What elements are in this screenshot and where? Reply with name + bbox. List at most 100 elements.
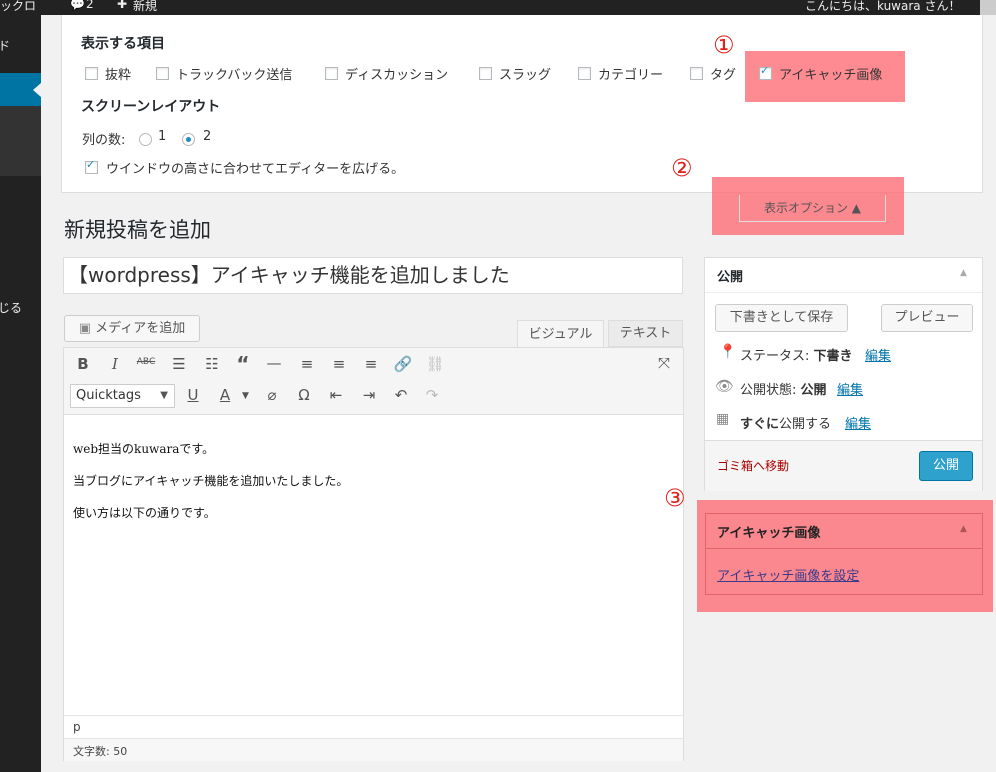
sidebar-item-dashboard[interactable]: ド (0, 37, 10, 54)
numbered-list-icon[interactable]: ☷ (200, 355, 224, 373)
new-content-link[interactable]: 新規 (133, 0, 157, 14)
annotation-number-3: ③ (664, 484, 686, 512)
edit-visibility-link[interactable]: 編集 (837, 379, 863, 398)
editor-paragraph-2[interactable]: 当ブログにアイキャッチ機能を追加いたしました。 (73, 472, 348, 489)
checkbox-label-tags: タグ (710, 68, 737, 83)
format-select-value: Quicktags (76, 388, 141, 403)
underline-icon[interactable]: U (181, 386, 205, 404)
bold-icon[interactable]: B (71, 355, 95, 373)
blockquote-icon[interactable]: “ (231, 352, 255, 376)
media-icon: ▣ (78, 321, 92, 336)
status-label: ステータス: 下書き (740, 349, 853, 364)
remove-link-icon[interactable]: ⛓ (423, 355, 447, 373)
comments-icon[interactable]: 💬 (70, 0, 85, 11)
bullet-list-icon[interactable]: ☰ (167, 355, 191, 373)
text-color-icon[interactable]: A (213, 386, 237, 404)
checkbox-excerpt[interactable] (85, 67, 98, 80)
annotation-number-1: ① (713, 31, 735, 59)
word-count: 文字数: 50 (73, 745, 128, 758)
move-to-trash-link[interactable]: ゴミ箱へ移動 (717, 457, 789, 474)
visibility-value: 公開 (800, 383, 827, 398)
checkbox-slug[interactable] (479, 67, 492, 80)
set-featured-image-link[interactable]: アイキャッチ画像を設定 (717, 565, 859, 584)
align-right-icon[interactable]: ≡ (359, 355, 383, 373)
chevron-down-icon: ▼ (160, 390, 168, 401)
columns-radio-2-label: 2 (203, 129, 212, 144)
editor-path-divider (64, 715, 683, 716)
strikethrough-icon[interactable]: ABC (134, 357, 158, 367)
fullscreen-icon[interactable]: ⤧ (652, 354, 676, 372)
tab-text[interactable]: テキスト (608, 320, 683, 347)
checkbox-label-categories: カテゴリー (598, 68, 664, 83)
checkbox-label-slug: スラッグ (499, 68, 552, 83)
featured-box-divider (706, 548, 982, 549)
checkbox-label-trackbacks: トラックバック送信 (176, 68, 293, 83)
sidebar-collapse-menu[interactable]: じる (0, 299, 22, 316)
post-title-input[interactable]: 【wordpress】アイキャッチ機能を追加しました (63, 257, 683, 294)
editor-paragraph-3[interactable]: 使い方は以下の通りです。 (73, 504, 216, 521)
publish-box-header[interactable] (705, 258, 982, 293)
checkbox-label-excerpt: 抜粋 (105, 68, 132, 83)
checkbox-label-featured-image: アイキャッチ画像 (779, 68, 883, 83)
columns-label: 列の数: (82, 133, 126, 148)
tab-visual[interactable]: ビジュアル (517, 320, 604, 348)
editor-path: p (73, 720, 81, 734)
plus-icon[interactable]: ✚ (117, 0, 127, 11)
outdent-icon[interactable]: ⇤ (324, 386, 348, 404)
greeting-link[interactable]: こんにちは、kuwara さん！ (805, 0, 960, 14)
text-color-dropdown-icon[interactable]: ▼ (242, 391, 249, 401)
undo-icon[interactable]: ↶ (389, 386, 413, 404)
status-value: 下書き (813, 349, 853, 364)
site-name-link[interactable]: ックロ (0, 0, 36, 14)
publish-button[interactable]: 公開 (919, 451, 973, 481)
align-center-icon[interactable]: ≡ (327, 355, 351, 373)
comments-count[interactable]: 2 (86, 0, 94, 11)
visibility-label: 公開状態: 公開 (740, 383, 827, 398)
insert-link-icon[interactable]: 🔗 (391, 355, 415, 373)
special-character-icon[interactable]: Ω (292, 386, 316, 404)
annotation-number-2: ② (671, 154, 693, 182)
checkbox-expand-editor[interactable] (85, 158, 98, 174)
checkbox-tags[interactable] (690, 67, 703, 80)
checkbox-trackbacks[interactable] (156, 67, 169, 80)
add-media-button[interactable]: ▣ メディアを追加 (64, 315, 200, 342)
eye-icon: 👁 (715, 377, 735, 395)
checkbox-label-discussion: ディスカッション (345, 68, 449, 83)
editor-paragraph-1[interactable]: web担当のkuwaraです。 (73, 440, 214, 457)
pin-icon: 📍 (719, 344, 737, 360)
paste-as-text-icon[interactable]: ⌀ (260, 386, 284, 404)
redo-icon[interactable]: ↷ (420, 386, 444, 404)
featured-collapse-arrow-icon[interactable]: ▲ (960, 524, 967, 534)
screen-options-toggle-button[interactable]: 表示オプション ▲ (739, 195, 886, 222)
checkbox-discussion[interactable] (325, 67, 338, 80)
add-media-label: メディアを追加 (95, 321, 186, 336)
publish-box-title: 公開 (717, 270, 744, 285)
collapse-arrow-icon[interactable]: ▲ (960, 268, 967, 278)
schedule-label: すぐに公開する (740, 417, 832, 432)
save-draft-button[interactable]: 下書きとして保存 (715, 304, 848, 332)
columns-radio-2[interactable] (182, 133, 195, 146)
sidebar-submenu (0, 106, 41, 176)
page-title: 新規投稿を追加 (64, 218, 211, 242)
screen-layout-heading: スクリーンレイアウト (81, 99, 221, 115)
italic-icon[interactable]: I (103, 355, 127, 373)
expand-editor-label: ウインドウの高さに合わせてエディターを広げる。 (106, 162, 405, 177)
preview-button[interactable]: プレビュー (881, 304, 973, 332)
calendar-icon: ▦ (716, 411, 730, 427)
columns-radio-1[interactable] (139, 133, 152, 146)
show-items-heading: 表示する項目 (81, 36, 165, 52)
align-left-icon[interactable]: ≡ (295, 355, 319, 373)
format-select[interactable]: Quicktags ▼ (70, 384, 175, 408)
featured-image-box-title[interactable]: アイキャッチ画像 (717, 522, 820, 541)
horizontal-line-icon[interactable]: — (262, 354, 286, 372)
admin-bar: ックロ 💬 2 ✚ 新規 こんにちは、kuwara さん！ (0, 0, 996, 15)
avatar[interactable] (980, 0, 996, 15)
checkbox-categories[interactable] (578, 67, 591, 80)
active-menu-arrow (33, 83, 41, 97)
columns-radio-1-label: 1 (158, 129, 167, 144)
indent-icon[interactable]: ⇥ (357, 386, 381, 404)
edit-status-link[interactable]: 編集 (865, 345, 891, 364)
checkbox-featured-image[interactable] (759, 64, 772, 80)
edit-schedule-link[interactable]: 編集 (845, 413, 871, 432)
editor-status-bar (64, 738, 683, 761)
